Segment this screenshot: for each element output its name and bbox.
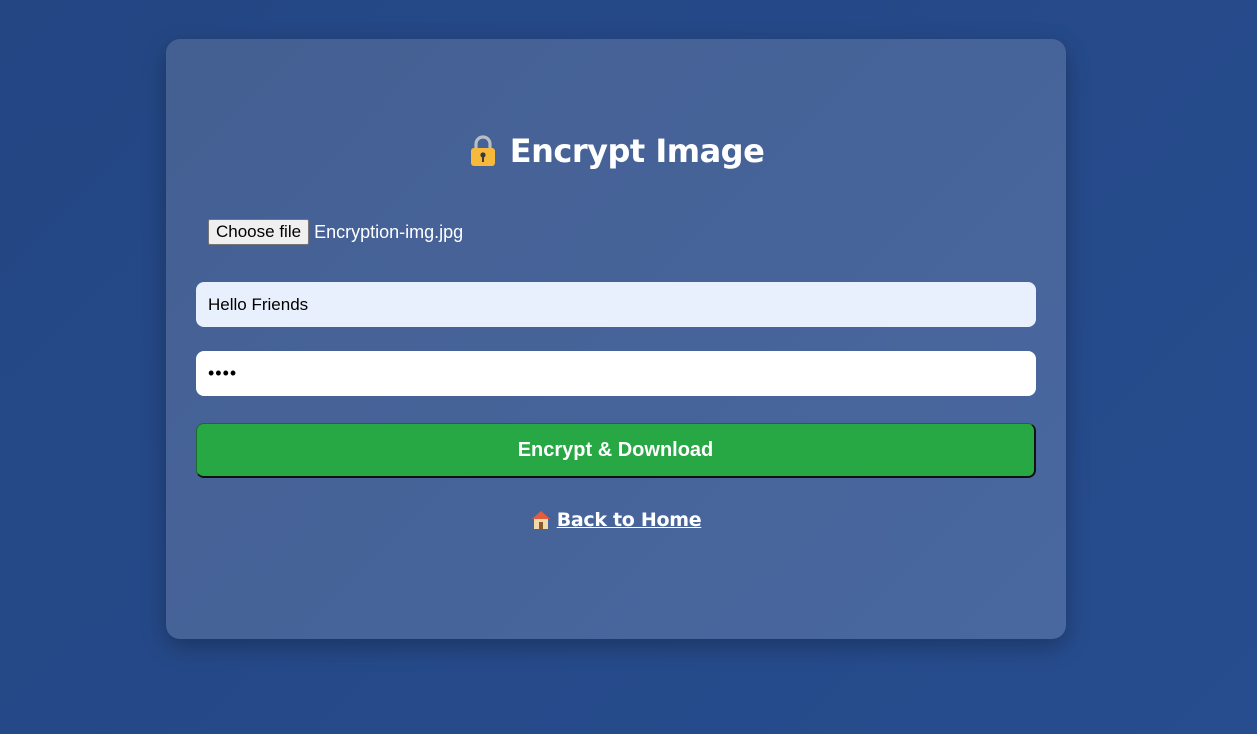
page-header: Encrypt Image bbox=[166, 132, 1066, 170]
back-to-home-link[interactable]: Back to Home bbox=[531, 509, 702, 531]
house-icon bbox=[531, 510, 551, 530]
message-input[interactable] bbox=[196, 282, 1036, 327]
lock-icon bbox=[468, 134, 498, 168]
back-link-container: Back to Home bbox=[166, 509, 1066, 535]
password-input[interactable] bbox=[196, 351, 1036, 396]
selected-file-name: Encryption-img.jpg bbox=[314, 221, 464, 242]
back-to-home-label: Back to Home bbox=[556, 509, 702, 531]
file-input[interactable]: Choose file Encryption-img.jpg bbox=[208, 219, 463, 245]
page-title: Encrypt Image bbox=[509, 132, 765, 170]
choose-file-button[interactable]: Choose file bbox=[208, 219, 310, 245]
encrypt-download-button[interactable]: Encrypt & Download bbox=[196, 423, 1036, 478]
encrypt-card: Encrypt Image Choose file Encryption-img… bbox=[166, 39, 1066, 639]
